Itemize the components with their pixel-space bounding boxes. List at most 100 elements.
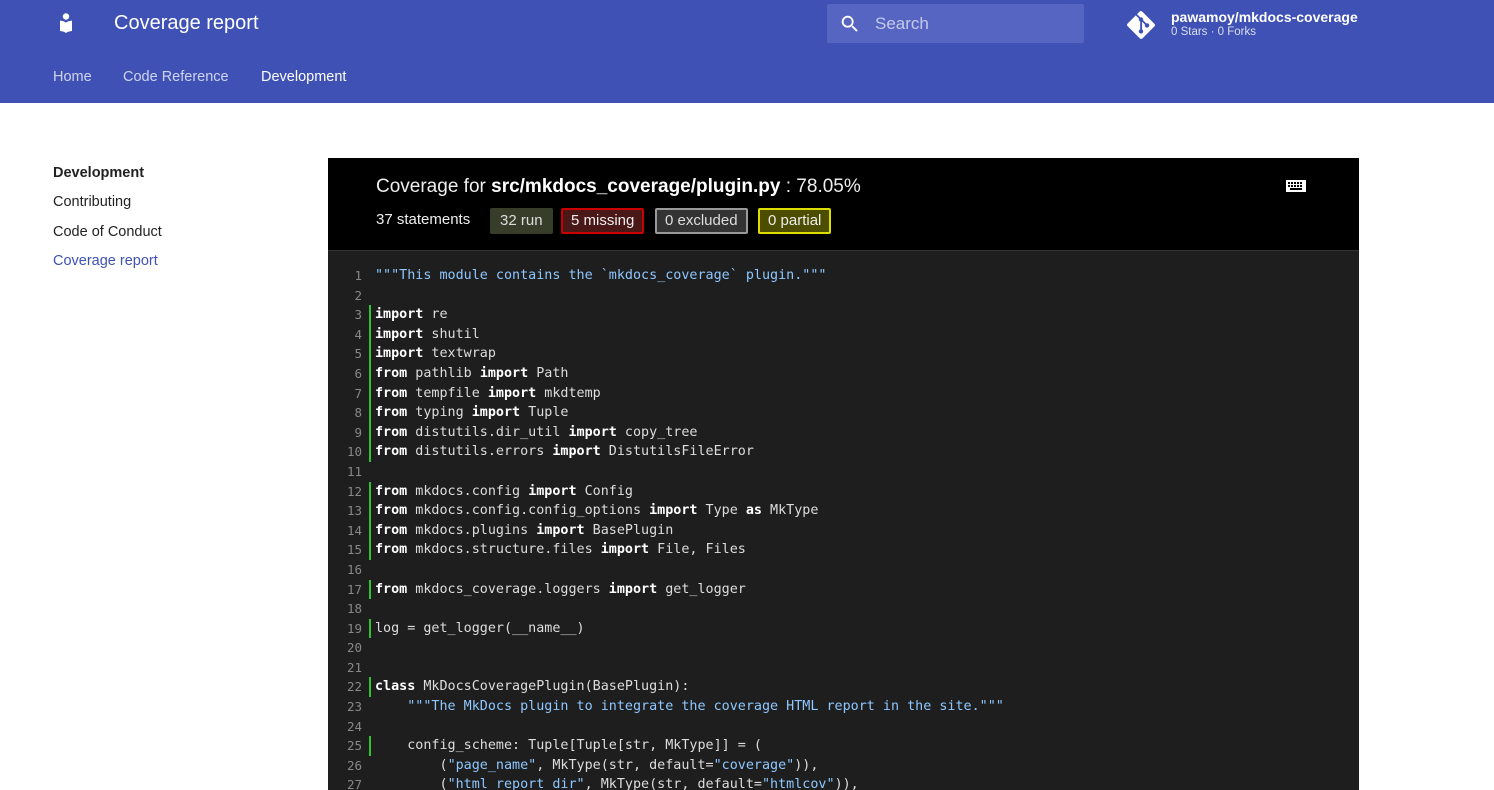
line-source [369, 658, 383, 678]
code-line: 11 [328, 462, 1359, 482]
line-number[interactable]: 27 [328, 775, 362, 790]
keyword-token: import [375, 307, 424, 323]
code-token: ( [375, 757, 448, 773]
line-number[interactable]: 12 [328, 482, 362, 502]
source-code: 1 """This module contains the `mkdocs_cov… [328, 266, 1359, 790]
line-number[interactable]: 21 [328, 658, 362, 678]
run-filter-button[interactable]: 32 run [490, 208, 553, 234]
line-number[interactable]: 23 [328, 697, 362, 717]
code-token: typing [407, 405, 472, 421]
book-logo-icon[interactable] [54, 11, 78, 35]
line-number[interactable]: 10 [328, 442, 362, 462]
line-source: from mkdocs.plugins import BasePlugin [369, 520, 674, 541]
sidebar-item-coverage-report[interactable]: Coverage report [53, 253, 158, 269]
line-source: from pathlib import Path [369, 363, 569, 384]
line-number[interactable]: 6 [328, 364, 362, 384]
missing-filter-button[interactable]: 5 missing [561, 208, 645, 234]
code-token: config_scheme: Tuple[Tuple[str, MkType]]… [375, 738, 762, 754]
line-number[interactable]: 17 [328, 580, 362, 600]
code-token: MkDocsCoveragePlugin(BasePlugin): [415, 679, 690, 695]
line-source: import shutil [369, 324, 480, 345]
title-prefix: Coverage for [376, 176, 492, 197]
tab-home[interactable]: Home [53, 69, 92, 85]
code-token: Path [528, 365, 569, 381]
line-number[interactable]: 18 [328, 599, 362, 619]
code-token: ( [375, 777, 448, 790]
code-token: MkType [761, 503, 819, 519]
line-number[interactable]: 19 [328, 619, 362, 639]
code-token: BasePlugin [584, 522, 674, 538]
keyword-token: from [375, 522, 408, 538]
code-token: File, Files [649, 542, 746, 558]
search-box[interactable] [827, 4, 1084, 43]
line-number[interactable]: 14 [328, 521, 362, 541]
line-number[interactable]: 3 [328, 305, 362, 325]
code-line: 13 from mkdocs.config.config_options impo… [328, 501, 1359, 521]
code-line: 3 import re [328, 305, 1359, 325]
line-source: """The MkDocs plugin to integrate the co… [369, 697, 1004, 717]
code-line: 20 [328, 638, 1359, 658]
line-number[interactable]: 15 [328, 540, 362, 560]
line-number[interactable]: 24 [328, 717, 362, 737]
line-number[interactable]: 16 [328, 560, 362, 580]
line-number[interactable]: 20 [328, 638, 362, 658]
sidebar-item-code-of-conduct[interactable]: Code of Conduct [53, 224, 162, 240]
code-line: 9 from distutils.dir_util import copy_tre… [328, 422, 1359, 443]
tab-development[interactable]: Development [261, 69, 346, 85]
line-source: ("html_report_dir", MkType(str, default=… [369, 775, 859, 790]
keyword-token: import [608, 581, 658, 597]
line-source: class MkDocsCoveragePlugin(BasePlugin): [369, 677, 690, 698]
line-source [369, 560, 383, 580]
line-source: from mkdocs.config import Config [369, 481, 633, 502]
keyword-token: import [375, 326, 424, 342]
sidebar-item-contributing[interactable]: Contributing [53, 194, 131, 210]
line-number[interactable]: 11 [328, 462, 362, 482]
code-token: mkdtemp [536, 385, 601, 401]
line-source: from tempfile import mkdtemp [369, 383, 601, 404]
code-line: 23 """The MkDocs plugin to integrate the… [328, 697, 1359, 717]
code-token: textwrap [423, 346, 496, 362]
repo-facts: 0 Stars · 0 Forks [1171, 26, 1256, 38]
code-line: 27 ("html_report_dir", MkType(str, defau… [328, 775, 1359, 790]
keyword-token: import [649, 503, 698, 519]
code-token: mkdocs.plugins [407, 522, 537, 538]
code-token: , MkType(str, default= [584, 777, 762, 790]
line-number[interactable]: 13 [328, 501, 362, 521]
code-line: 17 from mkdocs_coverage.loggers import ge… [328, 579, 1359, 600]
line-number[interactable]: 22 [328, 677, 362, 697]
line-number[interactable]: 1 [328, 266, 362, 286]
tab-code-reference[interactable]: Code Reference [123, 69, 229, 85]
line-number[interactable]: 5 [328, 344, 362, 364]
code-token: mkdocs_coverage.loggers [407, 581, 609, 597]
keyword-token: import [536, 522, 585, 538]
keyword-token: from [375, 542, 408, 558]
code-line: 4 import shutil [328, 324, 1359, 345]
code-line: 7 from tempfile import mkdtemp [328, 383, 1359, 404]
code-line: 12 from mkdocs.config import Config [328, 481, 1359, 502]
line-number[interactable]: 4 [328, 325, 362, 345]
keyboard-icon[interactable] [1286, 179, 1306, 197]
code-token: mkdocs.config [407, 483, 529, 499]
line-number[interactable]: 2 [328, 286, 362, 306]
line-number[interactable]: 9 [328, 423, 362, 443]
keyword-token: from [375, 581, 408, 597]
code-token: )), [834, 777, 859, 790]
keyword-token: import [479, 365, 529, 381]
line-source: from mkdocs.structure.files import File,… [369, 540, 746, 560]
code-token: shutil [423, 326, 480, 342]
line-number[interactable]: 25 [328, 736, 362, 756]
partial-filter-button[interactable]: 0 partial [758, 208, 832, 234]
excluded-filter-button[interactable]: 0 excluded [655, 208, 748, 234]
code-line: 22 class MkDocsCoveragePlugin(BasePlugin)… [328, 677, 1359, 698]
search-input[interactable] [875, 4, 1075, 43]
code-token: copy_tree [616, 424, 698, 440]
code-line: 6 from pathlib import Path [328, 363, 1359, 384]
line-number[interactable]: 8 [328, 403, 362, 423]
code-line: 15 from mkdocs.structure.files import Fil… [328, 540, 1359, 560]
string-token: "html_report_dir" [447, 777, 585, 790]
sidebar-title: Development [53, 165, 145, 181]
line-number[interactable]: 26 [328, 756, 362, 776]
line-number[interactable]: 7 [328, 384, 362, 404]
code-token: mkdocs.config.config_options [407, 503, 650, 519]
code-token: Type [697, 503, 746, 519]
